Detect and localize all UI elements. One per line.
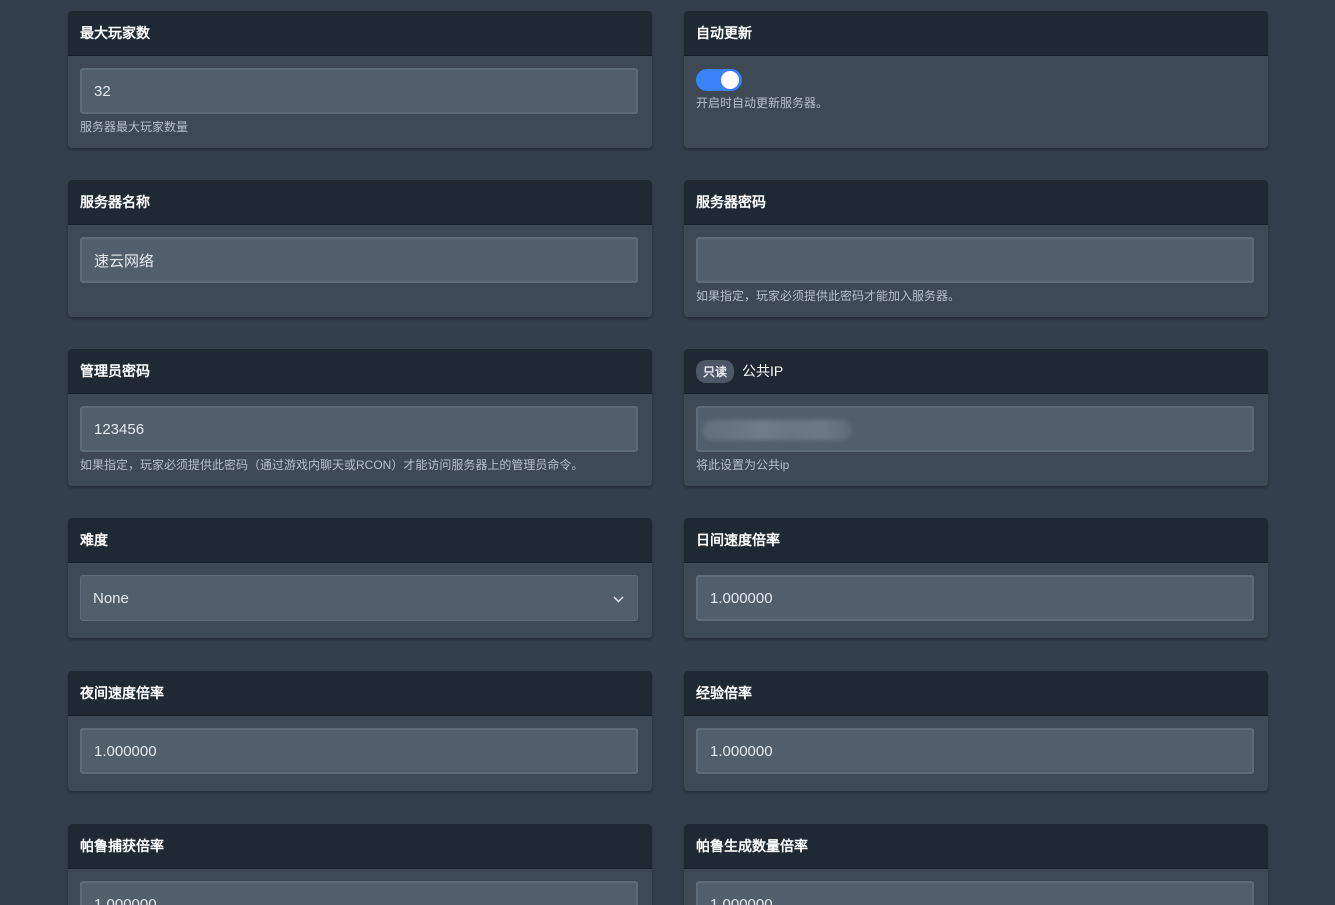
chevron-down-icon: [613, 591, 624, 606]
server-name-card: 服务器名称: [68, 180, 652, 317]
pal-spawn-rate-card: 帕鲁生成数量倍率: [684, 824, 1268, 905]
day-speed-title: 日间速度倍率: [684, 518, 1268, 563]
pal-spawn-rate-title: 帕鲁生成数量倍率: [684, 824, 1268, 869]
pal-capture-rate-card: 帕鲁捕获倍率: [68, 824, 652, 905]
night-speed-input[interactable]: [80, 728, 638, 774]
server-name-input[interactable]: [80, 237, 638, 283]
pal-capture-rate-input[interactable]: [80, 881, 638, 905]
day-speed-input[interactable]: [696, 575, 1254, 621]
difficulty-card: 难度 None: [68, 518, 652, 638]
auto-update-toggle[interactable]: [696, 69, 742, 91]
toggle-knob: [721, 71, 739, 89]
public-ip-card: 只读 公共IP 将此设置为公共ip: [684, 349, 1268, 486]
exp-rate-card: 经验倍率: [684, 671, 1268, 791]
pal-spawn-rate-input[interactable]: [696, 881, 1254, 905]
pal-capture-rate-title: 帕鲁捕获倍率: [68, 824, 652, 869]
auto-update-help: 开启时自动更新服务器。: [696, 96, 829, 110]
difficulty-select[interactable]: None: [80, 575, 638, 621]
server-password-title: 服务器密码: [684, 180, 1268, 225]
auto-update-title: 自动更新: [684, 11, 1268, 56]
admin-password-title: 管理员密码: [68, 349, 652, 394]
redacted-ip-value: [702, 420, 852, 440]
admin-password-input[interactable]: [80, 406, 638, 452]
admin-password-help: 如果指定，玩家必须提供此密码（通过游戏内聊天或RCON）才能访问服务器上的管理员…: [80, 458, 584, 472]
max-players-input[interactable]: [80, 68, 638, 114]
difficulty-selected: None: [93, 589, 129, 607]
server-password-help: 如果指定，玩家必须提供此密码才能加入服务器。: [696, 289, 961, 303]
admin-password-card: 管理员密码 如果指定，玩家必须提供此密码（通过游戏内聊天或RCON）才能访问服务…: [68, 349, 652, 486]
max-players-title: 最大玩家数: [68, 11, 652, 56]
server-name-title: 服务器名称: [68, 180, 652, 225]
day-speed-card: 日间速度倍率: [684, 518, 1268, 638]
exp-rate-title: 经验倍率: [684, 671, 1268, 716]
public-ip-field: [696, 406, 1254, 452]
public-ip-help: 将此设置为公共ip: [696, 458, 790, 472]
server-password-card: 服务器密码 如果指定，玩家必须提供此密码才能加入服务器。: [684, 180, 1268, 317]
auto-update-card: 自动更新 开启时自动更新服务器。: [684, 11, 1268, 148]
public-ip-header: 只读 公共IP: [684, 349, 1268, 394]
max-players-help: 服务器最大玩家数量: [80, 120, 189, 134]
server-password-input[interactable]: [696, 237, 1254, 283]
readonly-badge: 只读: [696, 359, 735, 383]
exp-rate-input[interactable]: [696, 728, 1254, 774]
difficulty-title: 难度: [68, 518, 652, 563]
public-ip-title: 公共IP: [742, 363, 784, 379]
max-players-card: 最大玩家数 服务器最大玩家数量: [68, 11, 652, 148]
night-speed-card: 夜间速度倍率: [68, 671, 652, 791]
night-speed-title: 夜间速度倍率: [68, 671, 652, 716]
